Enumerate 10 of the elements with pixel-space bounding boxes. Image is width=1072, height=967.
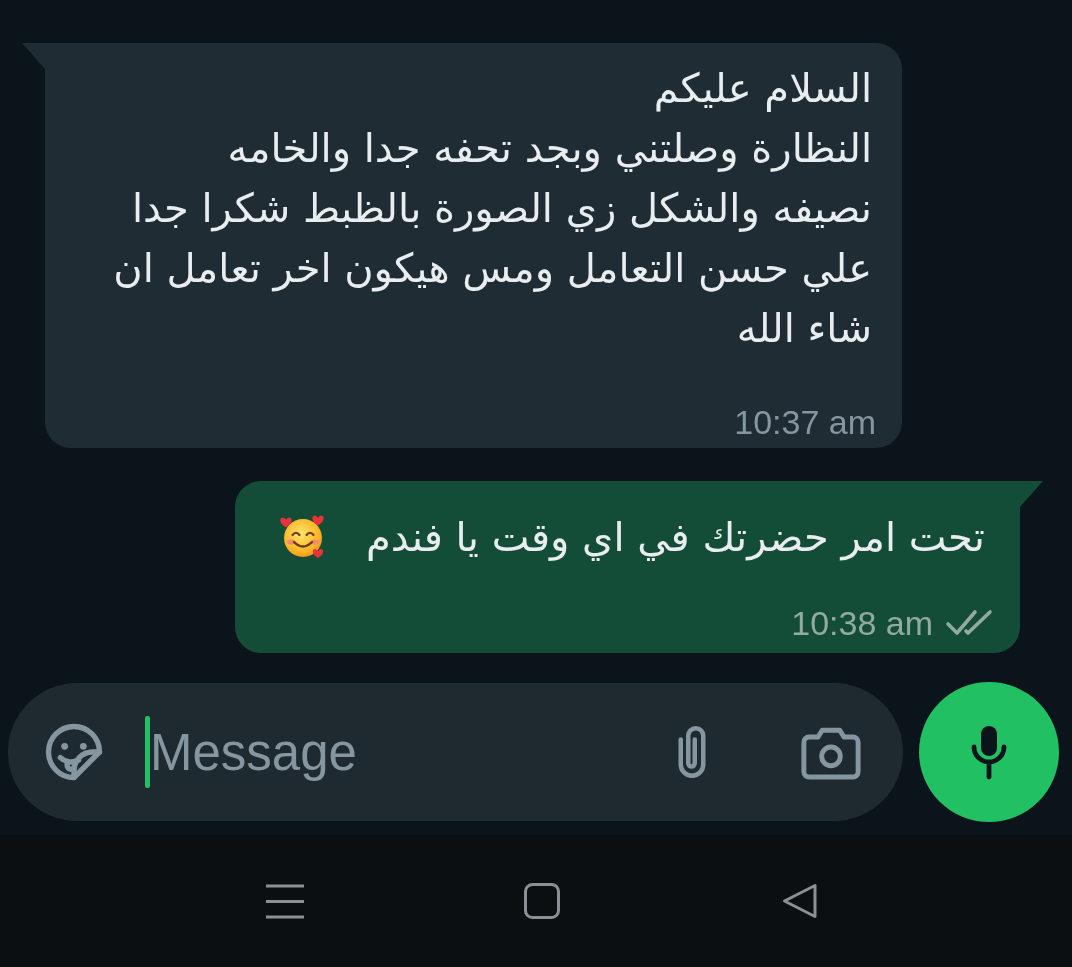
back-icon[interactable] <box>782 883 818 919</box>
menu-icon[interactable] <box>266 882 304 920</box>
message-input-field[interactable]: Message <box>150 716 652 788</box>
message-time: 10:37 am <box>734 404 876 440</box>
message-text: السلام عليكم النظارة وصلتني وبجد تحفه جدا والخامه نصيفه والشكل زي الصورة بالظبط شكرا جدا علي حسن التعامل ومس هيكون اخر تعامل ان شاء الله <box>113 64 872 353</box>
square-icon[interactable] <box>524 883 560 919</box>
message-composer-field[interactable]: Message <box>8 683 903 821</box>
microphone-icon <box>969 724 1009 780</box>
message-text: تحت امر حضرتك في اي وقت يا فندم <box>365 513 985 563</box>
message-time: 10:38 am <box>791 605 933 641</box>
